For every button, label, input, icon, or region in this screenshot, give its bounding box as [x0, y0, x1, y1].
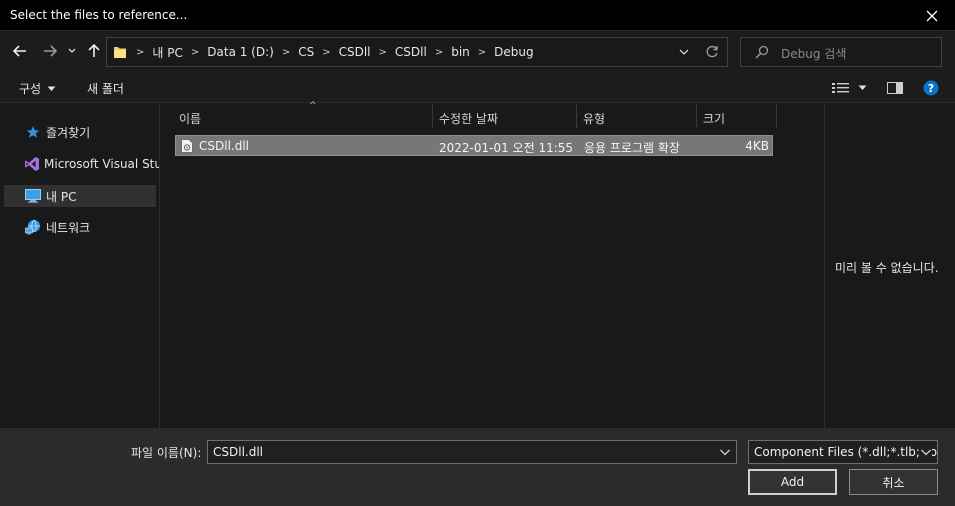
window-title: Select the files to reference... — [10, 8, 188, 22]
recent-locations-button[interactable] — [64, 39, 80, 63]
svg-text:?: ? — [928, 82, 934, 95]
organize-label: 구성 — [19, 82, 42, 96]
filename-input[interactable]: CSDll.dll — [207, 440, 737, 464]
breadcrumb-item[interactable]: CS — [293, 45, 319, 59]
star-icon — [24, 124, 42, 140]
arrow-right-icon — [44, 45, 57, 57]
preview-pane-icon — [887, 82, 903, 94]
column-header-row: ^ 이름 수정한 날짜 유형 크기 — [173, 101, 777, 128]
filetype-select[interactable]: Component Files (*.dll;*.tlb;*.olb;*.ocx… — [748, 440, 938, 464]
breadcrumb-separator-icon[interactable]: > — [319, 47, 333, 58]
arrow-left-icon — [13, 45, 26, 57]
search-box[interactable]: Debug 검색 — [740, 37, 942, 67]
file-list: ^ 이름 수정한 날짜 유형 크기 CSDll.dll 2022-01-01 오… — [161, 101, 824, 428]
sidebar-item-label: 네트워크 — [46, 220, 91, 235]
chevron-down-icon — [47, 86, 56, 91]
file-name: CSDll.dll — [199, 139, 250, 153]
sidebar-item-this-pc[interactable]: 내 PC — [4, 185, 156, 207]
column-header-type[interactable]: 유형 — [577, 104, 697, 128]
dialog-footer: 파일 이름(N): CSDll.dll Component Files (*.d… — [0, 428, 955, 506]
cancel-button[interactable]: 취소 — [849, 469, 938, 495]
chevron-down-icon — [920, 446, 932, 458]
file-modified: 2022-01-01 오전 11:55 — [439, 141, 574, 155]
column-header-name[interactable]: 이름 — [173, 104, 433, 128]
command-bar: 구성 새 폴더 ? — [0, 73, 955, 103]
breadcrumb-item[interactable]: CSDll — [334, 45, 376, 59]
up-button[interactable] — [84, 39, 104, 63]
pc-icon — [24, 188, 42, 204]
new-folder-button[interactable]: 새 폴더 — [87, 80, 124, 97]
view-options-button[interactable] — [832, 82, 867, 94]
sidebar-item-visual-studio[interactable]: Microsoft Visual Studio — [4, 153, 159, 175]
navigation-bar: > 내 PC > Data 1 (D:) > CS > CSDll > CSDl… — [0, 31, 955, 73]
breadcrumb-item[interactable]: 내 PC — [147, 44, 187, 61]
filename-value: CSDll.dll — [213, 445, 264, 459]
sidebar-item-quick-access[interactable]: 즐겨찾기 — [4, 121, 156, 143]
new-folder-label: 새 폴더 — [87, 82, 124, 96]
breadcrumb-separator-icon: > — [136, 46, 145, 58]
refresh-icon[interactable] — [705, 44, 719, 60]
forward-button[interactable] — [38, 39, 62, 63]
sidebar-item-label: 즐겨찾기 — [46, 125, 91, 140]
search-icon — [755, 45, 769, 59]
breadcrumb-separator-icon[interactable]: > — [475, 47, 489, 58]
title-bar: Select the files to reference... — [0, 0, 955, 31]
search-placeholder: Debug 검색 — [781, 47, 847, 61]
chevron-down-icon — [68, 48, 76, 53]
dll-file-icon — [181, 139, 193, 153]
add-button[interactable]: Add — [748, 469, 837, 495]
column-header-modified[interactable]: 수정한 날짜 — [433, 104, 577, 128]
help-button[interactable]: ? — [923, 80, 939, 96]
folder-icon — [114, 47, 126, 58]
close-icon — [926, 10, 938, 21]
details-view-icon — [832, 83, 849, 93]
breadcrumb: > 내 PC > Data 1 (D:) > CS > CSDll > CSDl… — [133, 38, 539, 66]
back-button[interactable] — [8, 39, 32, 63]
file-size: 4KB — [745, 139, 769, 153]
preview-message: 미리 볼 수 없습니다. — [835, 261, 939, 275]
preview-pane: 미리 볼 수 없습니다. — [824, 104, 955, 428]
column-header-size[interactable]: 크기 — [697, 104, 777, 128]
breadcrumb-separator-icon[interactable]: > — [188, 47, 202, 58]
sidebar-item-label: 내 PC — [46, 189, 77, 204]
file-type: 응용 프로그램 확장 — [584, 141, 680, 155]
breadcrumb-item[interactable]: Data 1 (D:) — [202, 45, 279, 59]
close-button[interactable] — [909, 0, 955, 31]
breadcrumb-item[interactable]: CSDll — [390, 45, 432, 59]
filename-label: 파일 이름(N): — [131, 446, 202, 460]
chevron-down-icon[interactable] — [719, 446, 731, 458]
breadcrumb-separator-icon[interactable]: > — [376, 47, 390, 58]
chevron-down-icon — [858, 85, 867, 90]
breadcrumb-separator-icon[interactable]: > — [279, 47, 293, 58]
table-row[interactable]: CSDll.dll 2022-01-01 오전 11:55 응용 프로그램 확장… — [175, 135, 773, 156]
visual-studio-icon — [24, 156, 40, 172]
chevron-down-icon[interactable] — [679, 45, 689, 59]
arrow-up-icon — [88, 44, 100, 57]
preview-pane-button[interactable] — [887, 82, 903, 94]
navigation-pane: 즐겨찾기 Microsoft Visual Studio 내 PC 네트워크 — [0, 104, 160, 428]
breadcrumb-item[interactable]: Debug — [489, 45, 538, 59]
breadcrumb-separator-icon[interactable]: > — [432, 47, 446, 58]
network-icon — [24, 219, 42, 235]
organize-button[interactable]: 구성 — [19, 80, 56, 97]
help-icon: ? — [923, 80, 939, 96]
breadcrumb-item[interactable]: bin — [446, 45, 475, 59]
sidebar-item-network[interactable]: 네트워크 — [4, 216, 156, 238]
sidebar-item-label: Microsoft Visual Studio — [44, 157, 159, 171]
filetype-value: Component Files (*.dll;*.tlb;*.olb;*.ocx… — [754, 445, 938, 459]
address-bar[interactable]: > 내 PC > Data 1 (D:) > CS > CSDll > CSDl… — [106, 37, 728, 67]
